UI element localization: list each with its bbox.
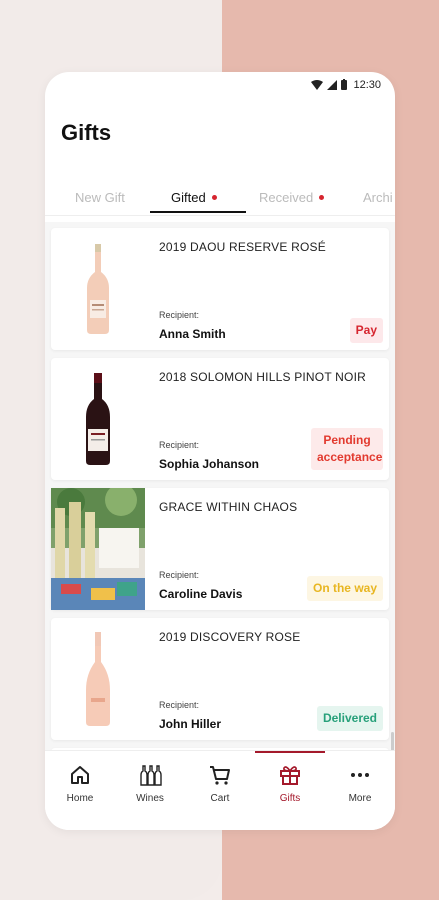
recipient-name: Caroline Davis (159, 587, 243, 601)
nav-more[interactable]: More (325, 751, 395, 830)
status-badge: On the way (306, 576, 383, 601)
recipient-name: John Hiller (159, 717, 222, 731)
wine-photo (51, 488, 145, 610)
gift-card[interactable]: GRACE WITHIN CHAOS Recipient: Caroline D… (51, 488, 389, 610)
gift-card[interactable]: 2019 DAOU RESERVE ROSÉ Recipient: Anna S… (51, 228, 389, 350)
recipient-name: Sophia Johanson (159, 457, 260, 471)
gift-list[interactable]: 2019 DAOU RESERVE ROSÉ Recipient: Anna S… (45, 222, 395, 750)
gift-icon (280, 766, 300, 785)
more-icon (351, 773, 369, 777)
status-badge: Pending acceptance (311, 428, 383, 470)
nav-home[interactable]: Home (45, 751, 115, 830)
recipient-label: Recipient: (159, 310, 200, 320)
tab-gifted[interactable]: Gifted (171, 190, 217, 205)
wifi-icon (311, 79, 323, 90)
notification-dot (319, 195, 325, 201)
gift-wine-name: GRACE WITHIN CHAOS (159, 500, 298, 514)
recipient-name: Anna Smith (159, 327, 226, 341)
status-bar: 12:30 (45, 72, 395, 100)
wine-image (51, 618, 145, 740)
home-icon (71, 766, 89, 784)
wines-icon (140, 765, 162, 786)
gift-wine-name: 2018 SOLOMON HILLS PINOT NOIR (159, 370, 366, 384)
active-nav-indicator (255, 751, 325, 753)
status-time: 12:30 (353, 79, 381, 91)
wine-image (51, 228, 145, 350)
tab-archived[interactable]: Archi (363, 190, 393, 205)
signal-icon (327, 79, 337, 90)
recipient-label: Recipient: (159, 700, 200, 710)
scrollbar[interactable] (391, 732, 394, 750)
battery-icon (341, 79, 347, 90)
tab-received[interactable]: Received (259, 190, 325, 205)
bottom-nav: Home Wines Cart Gifts More (45, 750, 395, 830)
page-title: Gifts (61, 120, 112, 145)
tab-new-gift[interactable]: New Gift (75, 190, 125, 205)
recipient-label: Recipient: (159, 570, 200, 580)
active-tab-indicator (150, 211, 246, 213)
wine-image (51, 358, 145, 480)
pay-button[interactable]: Pay (349, 318, 383, 343)
gift-card[interactable]: 2018 SOLOMON HILLS PINOT NOIR Recipient:… (51, 358, 389, 480)
notification-dot (211, 195, 217, 201)
status-icons (311, 79, 347, 90)
nav-wines[interactable]: Wines (115, 751, 185, 830)
nav-cart[interactable]: Cart (185, 751, 255, 830)
gift-wine-name: 2019 DISCOVERY ROSE (159, 630, 301, 644)
nav-gifts[interactable]: Gifts (255, 751, 325, 830)
recipient-label: Recipient: (159, 440, 200, 450)
gift-wine-name: 2019 DAOU RESERVE ROSÉ (159, 240, 326, 254)
gift-card[interactable]: 2019 DISCOVERY ROSE Recipient: John Hill… (51, 618, 389, 740)
cart-icon (210, 766, 230, 785)
phone-screen: 12:30 Gifts New Gift Gifted Received Arc… (45, 72, 395, 830)
status-badge: Delivered (316, 706, 383, 731)
